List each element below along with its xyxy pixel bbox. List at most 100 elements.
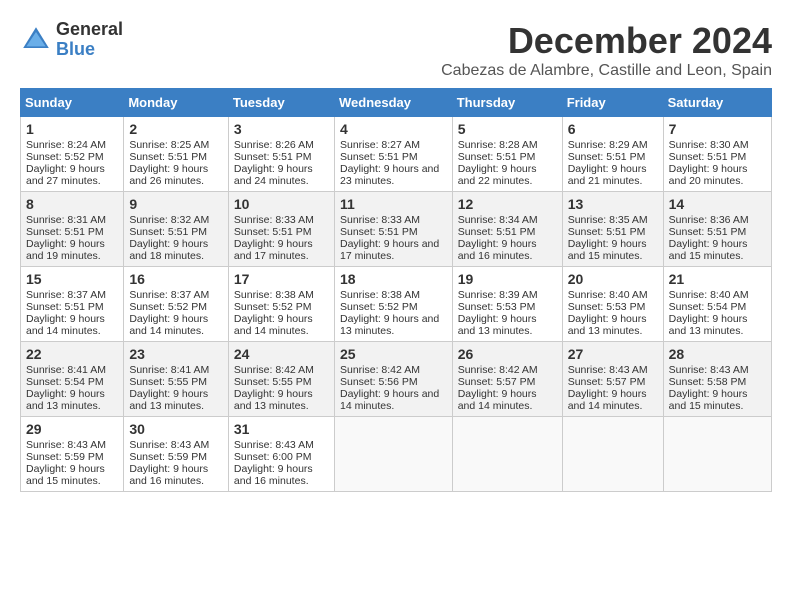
week-row-2: 8Sunrise: 8:31 AMSunset: 5:51 PMDaylight… (21, 192, 772, 267)
sunset-label: Sunset: 5:51 PM (26, 226, 104, 238)
sunrise-label: Sunrise: 8:42 AM (458, 364, 538, 376)
sunset-label: Sunset: 5:53 PM (458, 301, 536, 313)
daylight-label: Daylight: 9 hours and 24 minutes. (234, 163, 313, 187)
sunrise-label: Sunrise: 8:29 AM (568, 139, 648, 151)
daylight-label: Daylight: 9 hours and 13 minutes. (26, 388, 105, 412)
sunrise-label: Sunrise: 8:27 AM (340, 139, 420, 151)
sunset-label: Sunset: 5:52 PM (129, 301, 207, 313)
sunrise-label: Sunrise: 8:25 AM (129, 139, 209, 151)
day-header-monday: Monday (124, 89, 229, 117)
header-row: SundayMondayTuesdayWednesdayThursdayFrid… (21, 89, 772, 117)
day-number: 5 (458, 121, 557, 137)
sunrise-label: Sunrise: 8:43 AM (129, 439, 209, 451)
daylight-label: Daylight: 9 hours and 17 minutes. (340, 238, 439, 262)
calendar-table: SundayMondayTuesdayWednesdayThursdayFrid… (20, 88, 772, 492)
daylight-label: Daylight: 9 hours and 20 minutes. (669, 163, 748, 187)
sunrise-label: Sunrise: 8:40 AM (568, 289, 648, 301)
sunset-label: Sunset: 5:51 PM (129, 151, 207, 163)
sunrise-label: Sunrise: 8:28 AM (458, 139, 538, 151)
sunrise-label: Sunrise: 8:37 AM (26, 289, 106, 301)
daylight-label: Daylight: 9 hours and 13 minutes. (669, 313, 748, 337)
daylight-label: Daylight: 9 hours and 18 minutes. (129, 238, 208, 262)
logo: General Blue (20, 20, 123, 60)
daylight-label: Daylight: 9 hours and 13 minutes. (568, 313, 647, 337)
day-number: 14 (669, 196, 766, 212)
sunrise-label: Sunrise: 8:36 AM (669, 214, 749, 226)
sunrise-label: Sunrise: 8:43 AM (26, 439, 106, 451)
sunset-label: Sunset: 5:57 PM (568, 376, 646, 388)
sunrise-label: Sunrise: 8:41 AM (26, 364, 106, 376)
daylight-label: Daylight: 9 hours and 23 minutes. (340, 163, 439, 187)
sunrise-label: Sunrise: 8:32 AM (129, 214, 209, 226)
sunset-label: Sunset: 5:58 PM (669, 376, 747, 388)
daylight-label: Daylight: 9 hours and 14 minutes. (458, 388, 537, 412)
sunset-label: Sunset: 5:55 PM (234, 376, 312, 388)
day-number: 16 (129, 271, 223, 287)
sunrise-label: Sunrise: 8:31 AM (26, 214, 106, 226)
sunset-label: Sunset: 5:51 PM (669, 151, 747, 163)
day-number: 2 (129, 121, 223, 137)
calendar-cell: 13Sunrise: 8:35 AMSunset: 5:51 PMDayligh… (562, 192, 663, 267)
week-row-1: 1Sunrise: 8:24 AMSunset: 5:52 PMDaylight… (21, 117, 772, 192)
day-number: 9 (129, 196, 223, 212)
week-row-3: 15Sunrise: 8:37 AMSunset: 5:51 PMDayligh… (21, 267, 772, 342)
daylight-label: Daylight: 9 hours and 27 minutes. (26, 163, 105, 187)
sunset-label: Sunset: 5:51 PM (458, 151, 536, 163)
calendar-cell: 15Sunrise: 8:37 AMSunset: 5:51 PMDayligh… (21, 267, 124, 342)
calendar-cell: 6Sunrise: 8:29 AMSunset: 5:51 PMDaylight… (562, 117, 663, 192)
day-number: 12 (458, 196, 557, 212)
sunset-label: Sunset: 5:52 PM (340, 301, 418, 313)
sunset-label: Sunset: 5:52 PM (26, 151, 104, 163)
calendar-cell: 23Sunrise: 8:41 AMSunset: 5:55 PMDayligh… (124, 342, 229, 417)
day-header-thursday: Thursday (452, 89, 562, 117)
day-number: 18 (340, 271, 447, 287)
calendar-cell: 21Sunrise: 8:40 AMSunset: 5:54 PMDayligh… (663, 267, 771, 342)
day-number: 3 (234, 121, 329, 137)
logo-icon (20, 24, 52, 56)
sunrise-label: Sunrise: 8:43 AM (234, 439, 314, 451)
daylight-label: Daylight: 9 hours and 14 minutes. (568, 388, 647, 412)
sunrise-label: Sunrise: 8:43 AM (669, 364, 749, 376)
calendar-cell: 26Sunrise: 8:42 AMSunset: 5:57 PMDayligh… (452, 342, 562, 417)
calendar-cell (663, 417, 771, 492)
sunset-label: Sunset: 5:51 PM (340, 226, 418, 238)
sunrise-label: Sunrise: 8:38 AM (340, 289, 420, 301)
sunset-label: Sunset: 5:51 PM (26, 301, 104, 313)
week-row-4: 22Sunrise: 8:41 AMSunset: 5:54 PMDayligh… (21, 342, 772, 417)
day-number: 8 (26, 196, 118, 212)
day-number: 13 (568, 196, 658, 212)
day-number: 28 (669, 346, 766, 362)
sunrise-label: Sunrise: 8:42 AM (234, 364, 314, 376)
day-header-friday: Friday (562, 89, 663, 117)
day-number: 22 (26, 346, 118, 362)
calendar-cell: 12Sunrise: 8:34 AMSunset: 5:51 PMDayligh… (452, 192, 562, 267)
logo-text: General Blue (56, 20, 123, 60)
sunset-label: Sunset: 5:54 PM (669, 301, 747, 313)
sunset-label: Sunset: 5:51 PM (669, 226, 747, 238)
sunrise-label: Sunrise: 8:41 AM (129, 364, 209, 376)
day-number: 25 (340, 346, 447, 362)
day-number: 1 (26, 121, 118, 137)
logo-blue: Blue (56, 40, 123, 60)
sunset-label: Sunset: 5:54 PM (26, 376, 104, 388)
daylight-label: Daylight: 9 hours and 15 minutes. (669, 238, 748, 262)
calendar-cell: 7Sunrise: 8:30 AMSunset: 5:51 PMDaylight… (663, 117, 771, 192)
daylight-label: Daylight: 9 hours and 16 minutes. (129, 463, 208, 487)
day-number: 6 (568, 121, 658, 137)
day-number: 30 (129, 421, 223, 437)
title-block: December 2024 Cabezas de Alambre, Castil… (441, 20, 772, 80)
sunset-label: Sunset: 5:51 PM (340, 151, 418, 163)
sunrise-label: Sunrise: 8:42 AM (340, 364, 420, 376)
calendar-cell: 20Sunrise: 8:40 AMSunset: 5:53 PMDayligh… (562, 267, 663, 342)
daylight-label: Daylight: 9 hours and 19 minutes. (26, 238, 105, 262)
calendar-cell: 17Sunrise: 8:38 AMSunset: 5:52 PMDayligh… (228, 267, 334, 342)
day-header-sunday: Sunday (21, 89, 124, 117)
sunrise-label: Sunrise: 8:30 AM (669, 139, 749, 151)
daylight-label: Daylight: 9 hours and 26 minutes. (129, 163, 208, 187)
day-number: 4 (340, 121, 447, 137)
page-header: General Blue December 2024 Cabezas de Al… (20, 20, 772, 80)
daylight-label: Daylight: 9 hours and 16 minutes. (458, 238, 537, 262)
subtitle: Cabezas de Alambre, Castille and Leon, S… (441, 62, 772, 80)
sunrise-label: Sunrise: 8:43 AM (568, 364, 648, 376)
logo-general: General (56, 20, 123, 40)
